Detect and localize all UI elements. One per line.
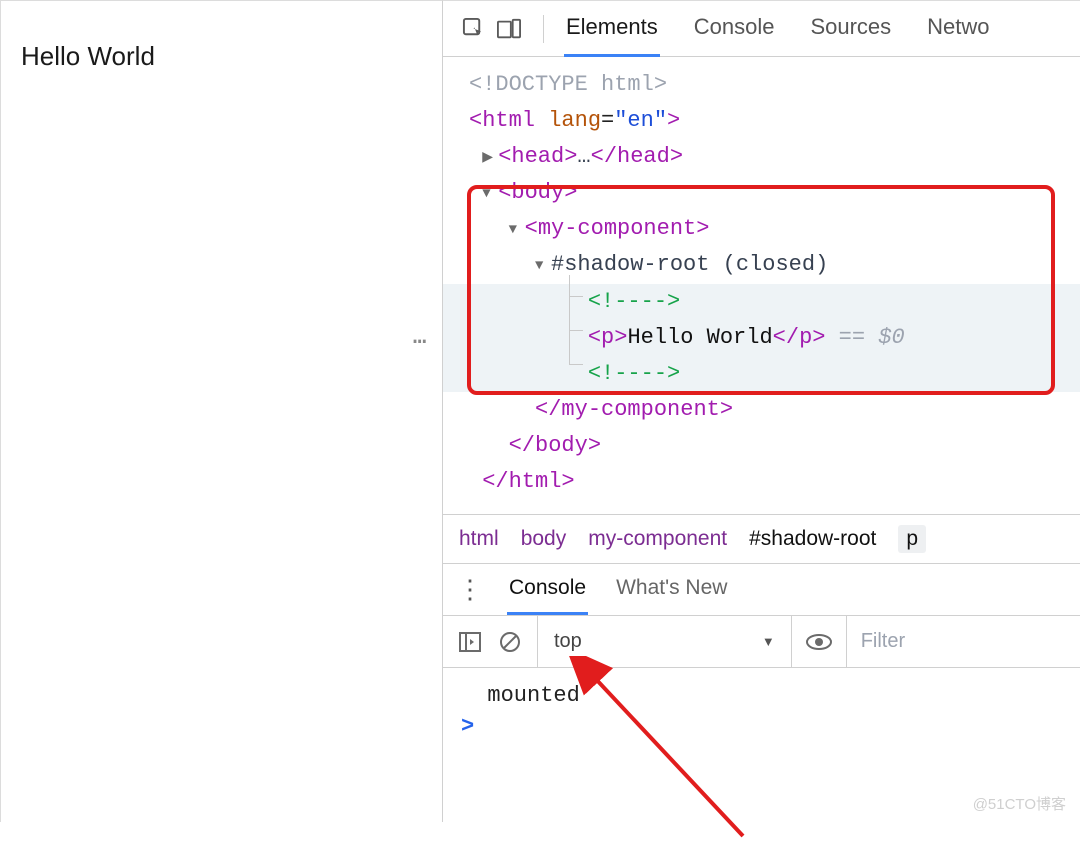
dom-p-element[interactable]: … <p>Hello World</p> == $0: [443, 320, 1080, 356]
dom-body-open[interactable]: ▼<body>: [443, 175, 1080, 211]
crumb-body[interactable]: body: [521, 527, 567, 551]
dom-html-open[interactable]: <html lang="en">: [443, 103, 1080, 139]
drawer-tab-whatsnew[interactable]: What's New: [614, 564, 729, 615]
console-toolbar: top ▼ Filter: [443, 616, 1080, 668]
watermark-text: @51CTO博客: [973, 793, 1066, 814]
inspect-element-icon[interactable]: [459, 15, 487, 43]
crumb-shadow-root[interactable]: #shadow-root: [749, 527, 876, 551]
filter-placeholder: Filter: [861, 630, 905, 653]
console-prompt-icon: >: [461, 714, 474, 739]
tab-console[interactable]: Console: [692, 0, 777, 57]
tab-network[interactable]: Netwo: [925, 0, 991, 57]
disclosure-down-icon[interactable]: ▼: [482, 184, 498, 206]
tab-sources[interactable]: Sources: [808, 0, 893, 57]
dom-comment-2[interactable]: <!---->: [443, 356, 1080, 392]
devtools-panel: Elements Console Sources Netwo <!DOCTYPE…: [442, 0, 1080, 822]
devtools-top-toolbar: Elements Console Sources Netwo: [443, 1, 1080, 57]
device-toggle-icon[interactable]: [495, 15, 523, 43]
crumb-html[interactable]: html: [459, 527, 499, 551]
tab-elements[interactable]: Elements: [564, 0, 660, 57]
dom-head[interactable]: ▶<head>…</head>: [443, 139, 1080, 175]
toolbar-divider: [543, 15, 544, 43]
dom-body-close[interactable]: </body>: [443, 428, 1080, 464]
dom-shadow-root[interactable]: ▼#shadow-root (closed): [443, 247, 1080, 283]
disclosure-right-icon[interactable]: ▶: [482, 148, 498, 170]
console-context-selector[interactable]: top ▼: [537, 616, 792, 667]
devtools-tabs: Elements Console Sources Netwo: [564, 0, 992, 57]
elements-dom-tree[interactable]: <!DOCTYPE html> <html lang="en"> ▶<head>…: [443, 57, 1080, 514]
page-heading: Hello World: [21, 41, 442, 72]
disclosure-down-icon[interactable]: ▼: [535, 256, 551, 278]
live-expression-icon[interactable]: [806, 629, 832, 655]
rendered-page-panel: Hello World: [0, 0, 442, 822]
dom-html-close[interactable]: </html>: [443, 464, 1080, 500]
drawer-tabs: ⋮ Console What's New: [443, 564, 1080, 616]
elements-breadcrumb: html body my-component #shadow-root p: [443, 514, 1080, 564]
console-log-line[interactable]: mounted: [461, 680, 1062, 711]
console-sidebar-toggle-icon[interactable]: [457, 629, 483, 655]
crumb-my-component[interactable]: my-component: [588, 527, 727, 551]
console-filter-input[interactable]: Filter: [846, 616, 1066, 667]
crumb-p[interactable]: p: [898, 525, 926, 553]
dom-mycomponent-close[interactable]: </my-component>: [443, 392, 1080, 428]
console-context-label: top: [554, 630, 582, 653]
drawer-more-icon[interactable]: ⋮: [457, 574, 481, 605]
disclosure-down-icon[interactable]: ▼: [509, 220, 525, 242]
gutter-ellipsis-icon[interactable]: …: [413, 321, 425, 355]
dom-comment-1[interactable]: <!---->: [443, 284, 1080, 320]
console-prompt-line[interactable]: >: [461, 711, 1062, 742]
clear-console-icon[interactable]: [497, 629, 523, 655]
dom-doctype[interactable]: <!DOCTYPE html>: [443, 67, 1080, 103]
chevron-down-icon: ▼: [762, 634, 775, 649]
dom-mycomponent-open[interactable]: ▼<my-component>: [443, 211, 1080, 247]
drawer-tab-console[interactable]: Console: [507, 564, 588, 615]
